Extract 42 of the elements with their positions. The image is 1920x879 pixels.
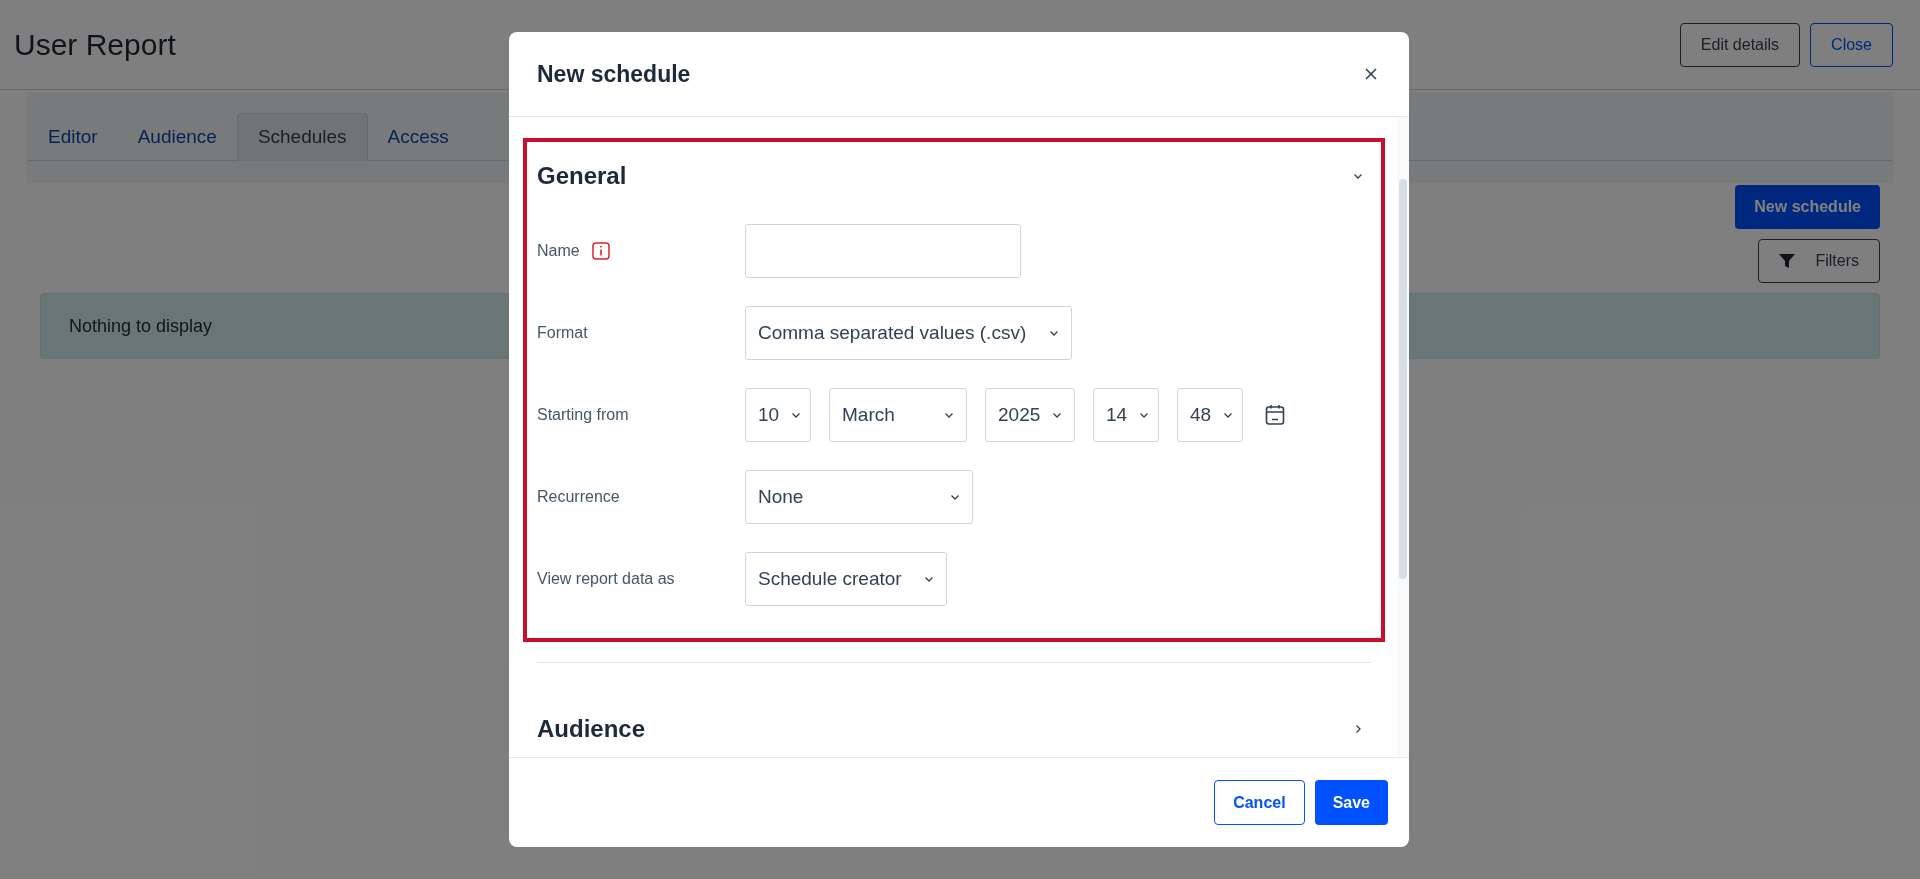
select-dropdown[interactable]: 10	[745, 388, 811, 442]
select-dropdown[interactable]: 2025	[985, 388, 1075, 442]
chevron-down-icon	[1353, 171, 1363, 181]
info-icon[interactable]	[591, 242, 610, 260]
filters-button[interactable]: Filters	[1758, 239, 1880, 283]
chevron-down-icon	[1223, 410, 1234, 420]
filter-icon	[1779, 254, 1796, 268]
select-dropdown[interactable]: March	[829, 388, 967, 442]
select-dropdown[interactable]: 48	[1177, 388, 1243, 442]
scrollbar-thumb[interactable]	[1399, 179, 1407, 579]
name-input-field[interactable]	[745, 224, 1021, 278]
field-label: Starting from	[537, 405, 629, 425]
select-dropdown[interactable]: Comma separated values (.csv)	[745, 306, 1072, 360]
chevron-down-icon	[1052, 410, 1063, 420]
close-icon[interactable]	[1364, 67, 1378, 81]
chevron-down-icon	[791, 410, 802, 420]
empty-message: Nothing to display	[69, 314, 213, 338]
chevron-down-icon	[944, 410, 954, 420]
select-dropdown[interactable]: Schedule creator	[745, 552, 947, 606]
section-header[interactable]: General	[537, 150, 1371, 202]
field-label: Name	[537, 241, 580, 261]
tab[interactable]: Editor	[28, 113, 118, 161]
calendar-icon[interactable]	[1265, 404, 1285, 426]
tab[interactable]: Audience	[117, 113, 237, 161]
chevron-down-icon	[950, 492, 960, 502]
chevron-right-icon	[1353, 724, 1363, 734]
select-dropdown[interactable]: None	[745, 470, 973, 524]
page-title: User Report	[14, 27, 176, 63]
chevron-down-icon	[924, 574, 934, 584]
tab[interactable]: Access	[367, 113, 469, 161]
edit-details-button[interactable]: Edit details	[1679, 22, 1801, 67]
section-header[interactable]: Audience	[537, 703, 1371, 755]
modal-title: New schedule	[537, 59, 691, 89]
save-button[interactable]: Save	[1314, 780, 1388, 825]
field-label: Format	[537, 323, 588, 343]
field-label: View report data as	[537, 569, 675, 589]
cancel-button[interactable]: Cancel	[1214, 780, 1305, 825]
scrollbar[interactable]	[1397, 117, 1409, 757]
chevron-down-icon	[1049, 328, 1059, 338]
chevron-down-icon	[1139, 410, 1150, 420]
select-dropdown[interactable]: 14	[1093, 388, 1159, 442]
field-label: Recurrence	[537, 487, 620, 507]
